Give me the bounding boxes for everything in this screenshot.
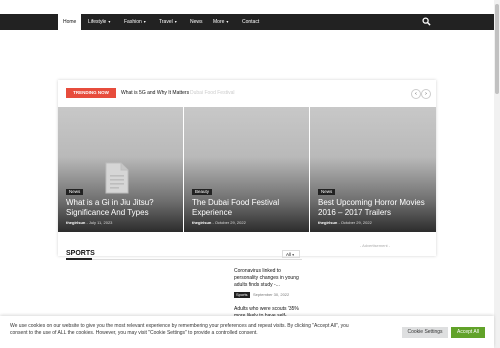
slide-meta: thegirlsun - October 29, 2022 <box>318 220 372 225</box>
nav-label: More <box>213 19 225 25</box>
post-date: October 29, 2022 <box>214 220 246 225</box>
slide-card[interactable]: News Best Upcoming Horror Movies 2016 – … <box>310 107 436 232</box>
author-name[interactable]: thegirlsun <box>66 220 85 225</box>
author-name[interactable]: thegirlsun <box>192 220 211 225</box>
nav-lifestyle[interactable]: Lifestyle ▾ <box>88 14 110 30</box>
category-badge[interactable]: Beauty <box>192 189 213 195</box>
cookie-settings-button[interactable]: Cookie Settings <box>402 327 448 338</box>
slide-card[interactable]: News What is a Gi in Jiu Jitsu? Signific… <box>58 107 183 232</box>
nav-news[interactable]: News <box>190 14 203 30</box>
cookie-notice-text: We use cookies on our website to give yo… <box>10 323 349 336</box>
post-date: September 30, 2022 <box>253 292 290 297</box>
trending-next-headline[interactable]: Dubai Food Festival <box>190 88 234 98</box>
slide-title[interactable]: Best Upcoming Horror Movies 2016 – 2017 … <box>318 198 430 218</box>
post-title[interactable]: Coronavirus linked to personality change… <box>234 268 306 289</box>
search-icon[interactable] <box>422 17 431 26</box>
chevron-down-icon: ▾ <box>108 19 111 24</box>
document-placeholder-icon <box>105 162 129 194</box>
author-name[interactable]: thegirlsun <box>318 220 337 225</box>
slide-title[interactable]: What is a Gi in Jiu Jitsu? Significance … <box>66 198 177 218</box>
trending-label: TRENDING NOW <box>66 88 116 98</box>
post-date: July 11, 2023 <box>88 220 113 225</box>
nav-label: News <box>190 19 203 25</box>
slide-card[interactable]: Beauty The Dubai Food Festival Experienc… <box>184 107 309 232</box>
advertisement-label: - Advertisement - <box>359 243 391 248</box>
category-filter-select[interactable]: All ▾ <box>282 250 300 258</box>
main-nav: Home Lifestyle ▾ Fashion ▾ Travel ▾ News Mo… <box>0 14 496 30</box>
slide-meta: thegirlsun - July 11, 2023 <box>66 220 113 225</box>
trending-prev-button[interactable]: ‹ <box>411 89 421 99</box>
nav-travel[interactable]: Travel ▾ <box>159 14 177 30</box>
nav-label: Fashion <box>124 19 142 25</box>
chevron-down-icon: ▾ <box>143 19 146 24</box>
nav-fashion[interactable]: Fashion ▾ <box>124 14 146 30</box>
nav-contact[interactable]: Contact <box>242 14 259 30</box>
post-date: October 29, 2022 <box>340 220 372 225</box>
nav-home[interactable]: Home <box>58 14 82 30</box>
nav-label: Contact <box>242 19 260 25</box>
slide-title[interactable]: The Dubai Food Festival Experience <box>192 198 303 218</box>
category-badge[interactable]: News <box>66 189 84 195</box>
nav-label: Home <box>63 19 77 25</box>
chevron-down-icon: ▾ <box>292 253 295 257</box>
chevron-down-icon: ▾ <box>174 19 177 24</box>
trending-next-button[interactable]: › <box>421 89 431 99</box>
scrollbar-thumb[interactable] <box>495 4 499 94</box>
slide-meta: thegirlsun - October 29, 2022 <box>192 220 246 225</box>
category-badge[interactable]: Sports <box>234 292 250 298</box>
nav-label: Lifestyle <box>88 19 107 25</box>
nav-more[interactable]: More ▾ <box>213 14 228 30</box>
filter-value: All <box>286 252 292 257</box>
section-underline <box>66 258 92 260</box>
chevron-down-icon: ▾ <box>226 19 229 24</box>
section-title: SPORTS <box>66 250 95 257</box>
trending-headline[interactable]: What is 5G and Why It Matters <box>121 88 189 98</box>
category-badge[interactable]: News <box>318 189 336 195</box>
section-divider <box>66 259 302 260</box>
nav-label: Travel <box>159 19 173 25</box>
accept-all-button[interactable]: Accept All <box>451 327 485 338</box>
post-thumbnail[interactable] <box>200 266 230 298</box>
